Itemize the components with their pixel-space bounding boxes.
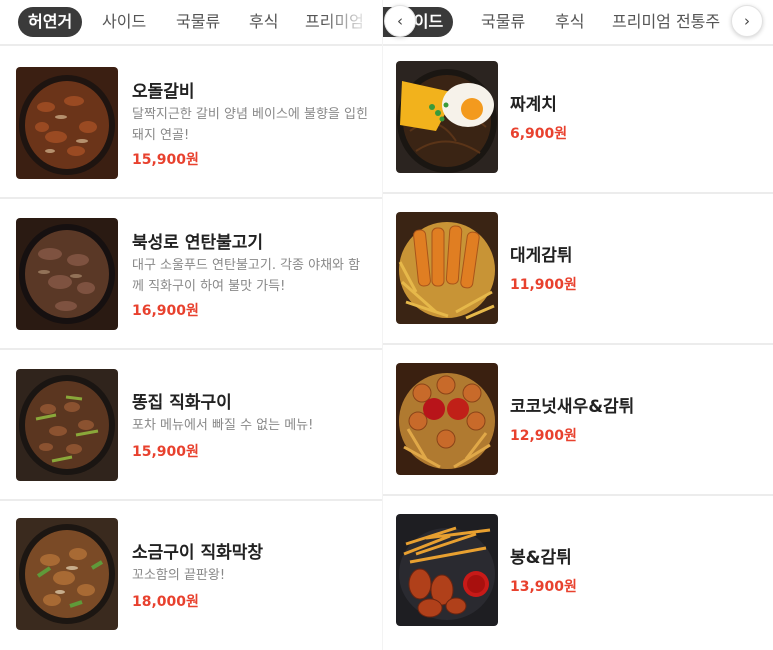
item-name: 대게감튀 bbox=[510, 246, 573, 266]
item-price: 12,900원 bbox=[510, 428, 577, 444]
item-price: 16,900원 bbox=[132, 303, 199, 319]
food-image bbox=[396, 514, 498, 626]
menu-item[interactable]: 북성로 연탄불고기 대구 소울푸드 연탄불고기. 각종 야채와 함께 직화구이 … bbox=[0, 199, 383, 350]
tab-heoyeongeo[interactable]: 허연거 bbox=[18, 7, 83, 37]
left-menu-panel: 허연거 사이드 국물류 후식 프리미엄 전 오돌갈비 달짝지근한 갈비 양념 베… bbox=[0, 0, 383, 650]
menu-item[interactable]: 똥집 직화구이 포차 메뉴에서 빠질 수 없는 메뉴! 15,900원 bbox=[0, 350, 383, 501]
item-price: 15,900원 bbox=[132, 152, 199, 168]
prev-arrow-icon[interactable]: ‹ bbox=[384, 5, 416, 37]
next-arrow-icon[interactable]: › bbox=[731, 5, 763, 37]
menu-item[interactable]: 코코넛새우&감튀 12,900원 bbox=[383, 345, 773, 496]
item-name: 똥집 직화구이 bbox=[132, 393, 232, 413]
food-image bbox=[16, 67, 118, 179]
menu-item[interactable]: 봉&감튀 13,900원 bbox=[383, 496, 773, 647]
food-image bbox=[16, 369, 118, 481]
item-name: 코코넛새우&감튀 bbox=[510, 397, 635, 417]
item-name: 짜계치 bbox=[510, 95, 557, 115]
category-tab-bar: 허연거 사이드 국물류 후식 프리미엄 전 bbox=[0, 0, 383, 46]
item-name: 오돌갈비 bbox=[132, 82, 195, 102]
food-image bbox=[396, 212, 498, 324]
tab-side[interactable]: 사이드 bbox=[102, 7, 146, 37]
item-price: 11,900원 bbox=[510, 277, 577, 293]
food-image bbox=[396, 61, 498, 173]
food-image bbox=[16, 218, 118, 330]
tab-dessert[interactable]: 후식 bbox=[249, 7, 278, 37]
tab-soup[interactable]: 국물류 bbox=[481, 7, 525, 37]
item-price: 18,000원 bbox=[132, 594, 199, 610]
tab-dessert[interactable]: 후식 bbox=[555, 7, 584, 37]
item-name: 봉&감튀 bbox=[510, 548, 572, 568]
item-price: 13,900원 bbox=[510, 579, 577, 595]
tab-premium-liquor[interactable]: 프리미엄 전통주 bbox=[612, 7, 720, 37]
menu-item[interactable]: 오돌갈비 달짝지근한 갈비 양념 베이스에 불향을 입힌 돼지 연골! 15,9… bbox=[0, 48, 383, 199]
item-price: 15,900원 bbox=[132, 444, 199, 460]
food-image bbox=[396, 363, 498, 475]
item-description: 대구 소울푸드 연탄불고기. 각종 야채와 함께 직화구이 하여 불맛 가득! bbox=[132, 258, 361, 294]
menu-item[interactable]: 대게감튀 11,900원 bbox=[383, 194, 773, 345]
right-menu-panel: 사이드 국물류 후식 프리미엄 전통주 ‹ › 짜계치 6,900원 대게감튀 … bbox=[383, 0, 773, 650]
menu-item[interactable]: 짜계치 6,900원 bbox=[383, 43, 773, 194]
tab-fade bbox=[323, 0, 383, 44]
food-image bbox=[16, 518, 118, 630]
tab-soup[interactable]: 국물류 bbox=[176, 7, 220, 37]
category-tab-bar: 사이드 국물류 후식 프리미엄 전통주 ‹ › bbox=[383, 0, 773, 46]
item-name: 북성로 연탄불고기 bbox=[132, 233, 264, 253]
item-description: 꼬소함의 끝판왕! bbox=[132, 568, 226, 583]
item-name: 소금구이 직화막창 bbox=[132, 543, 264, 563]
item-description: 포차 메뉴에서 빠질 수 없는 메뉴! bbox=[132, 418, 314, 433]
item-description: 달짝지근한 갈비 양념 베이스에 불향을 입힌 돼지 연골! bbox=[132, 107, 368, 143]
item-price: 6,900원 bbox=[510, 126, 568, 142]
menu-item[interactable]: 소금구이 직화막창 꼬소함의 끝판왕! 18,000원 bbox=[0, 501, 383, 650]
